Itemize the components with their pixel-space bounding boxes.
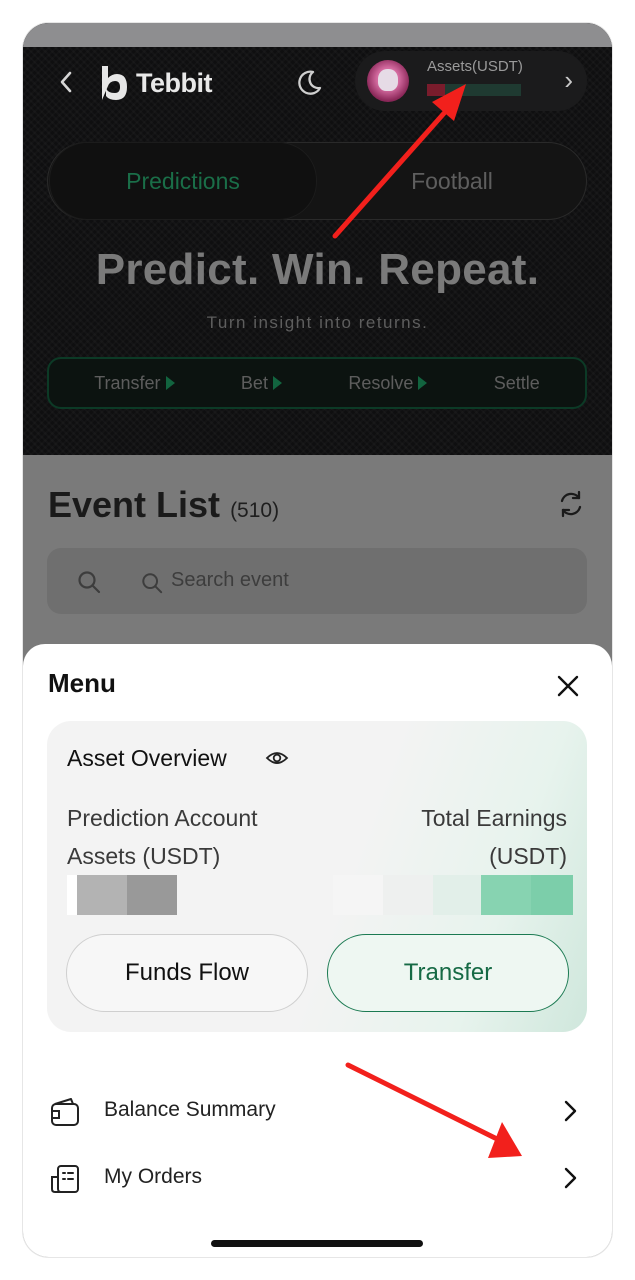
menu-sheet: Menu Asset Overview Prediction Account A… — [23, 644, 612, 1257]
step-resolve: Resolve — [348, 373, 428, 394]
dark-mode-moon-icon[interactable] — [294, 68, 324, 98]
close-icon[interactable] — [553, 671, 583, 701]
phone-screen: Tebbit Assets(USDT) › Predictions Footba… — [23, 23, 612, 1257]
tab-football[interactable]: Football — [337, 142, 567, 220]
total-earnings-value-redacted — [333, 875, 573, 915]
prediction-assets-label: Prediction Account Assets (USDT) — [67, 805, 258, 869]
event-list-title: Event List (510) — [48, 484, 280, 525]
event-count: (510) — [230, 499, 280, 522]
brand-name: Tebbit — [136, 67, 212, 98]
step-arrow-icon — [165, 376, 175, 390]
refresh-icon[interactable] — [557, 489, 585, 519]
chevron-right-icon: › — [564, 65, 573, 95]
assets-pill[interactable]: Assets(USDT) › — [355, 51, 587, 111]
chevron-right-icon — [564, 1167, 577, 1189]
avatar — [367, 60, 409, 102]
hero-headline: Predict. Win. Repeat. — [95, 245, 540, 294]
asset-overview-title: Asset Overview — [67, 745, 227, 771]
search-icon — [142, 573, 163, 594]
eye-icon[interactable] — [265, 748, 289, 768]
step-settle: Settle — [493, 372, 540, 393]
menu-item-balance-summary[interactable]: Balance Summary — [47, 1086, 587, 1136]
search-icon — [78, 571, 101, 594]
assets-value-redacted — [427, 84, 521, 96]
assets-label: Assets(USDT) — [427, 58, 523, 75]
search-placeholder: Search event — [171, 569, 289, 591]
step-arrow-icon — [418, 376, 428, 390]
hero-banner: Tebbit Assets(USDT) › Predictions Footba… — [23, 23, 612, 455]
total-earnings-label: Total Earnings (USDT) — [421, 805, 567, 869]
prediction-assets-value-redacted — [67, 875, 177, 915]
step-bet: Bet — [241, 373, 282, 394]
asset-overview-card: Asset Overview Prediction Account Assets… — [47, 721, 587, 1032]
balance-summary-label: Balance Summary — [104, 1098, 276, 1121]
step-arrow-icon — [272, 376, 282, 390]
tab-predictions[interactable]: Predictions — [49, 142, 317, 220]
status-bar — [23, 23, 612, 47]
steps-bar: Transfer Bet Resolve Settle — [47, 357, 587, 409]
brand-logo: Tebbit — [96, 63, 212, 103]
menu-title: Menu — [48, 668, 116, 698]
orders-icon — [51, 1165, 79, 1193]
wallet-icon — [51, 1098, 79, 1126]
step-transfer: Transfer — [94, 373, 175, 394]
home-indicator — [211, 1240, 423, 1247]
chevron-right-icon — [564, 1100, 577, 1122]
my-orders-label: My Orders — [104, 1165, 203, 1188]
search-input[interactable]: Search event — [47, 548, 587, 614]
tebbit-logo-icon — [102, 66, 127, 100]
mode-tabs: Predictions Football — [47, 142, 587, 220]
transfer-button[interactable]: Transfer — [327, 934, 569, 1012]
back-chevron-icon[interactable] — [55, 67, 79, 97]
funds-flow-button[interactable]: Funds Flow — [66, 934, 308, 1012]
hero-tagline: Turn insight into returns. — [206, 313, 429, 332]
menu-item-my-orders[interactable]: My Orders — [47, 1153, 587, 1203]
